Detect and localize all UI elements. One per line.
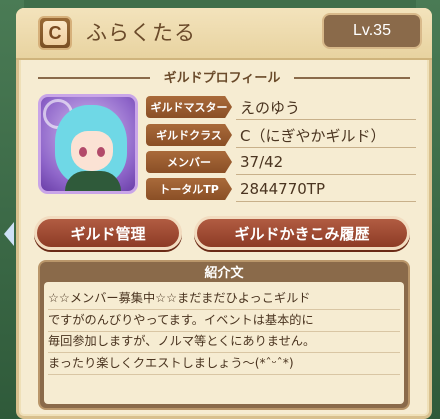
total-tp-label: トータルTP bbox=[146, 178, 232, 200]
rank-badge-icon: C bbox=[38, 16, 72, 50]
members-label: メンバー bbox=[146, 151, 232, 173]
guild-class-label: ギルドクラス bbox=[146, 124, 232, 146]
divider-right bbox=[294, 77, 410, 79]
guild-master-avatar[interactable] bbox=[38, 94, 138, 194]
members-value: 37/42 bbox=[240, 153, 284, 171]
guild-level: Lv.35 bbox=[322, 13, 422, 49]
guild-class-value: C（にぎやかギルド） bbox=[240, 126, 386, 145]
info-row-total-tp: トータルTP 2844770TP bbox=[146, 178, 325, 200]
guild-history-button[interactable]: ギルドかきこみ履歴 bbox=[194, 216, 410, 250]
guild-master-value: えのゆう bbox=[240, 98, 301, 117]
guild-master-label: ギルドマスター bbox=[146, 96, 232, 118]
intro-text: ☆☆メンバー募集中☆☆まだまだひよっこギルド ですがのんびりやってます。イベント… bbox=[48, 291, 316, 370]
profile-section-title: ギルドプロフィール bbox=[163, 71, 281, 86]
divider-left bbox=[38, 77, 150, 79]
chevron-left-icon[interactable] bbox=[4, 222, 14, 246]
info-row-guild-master: ギルドマスター えのゆう bbox=[146, 96, 300, 118]
rank-letter: C bbox=[43, 21, 67, 45]
guild-name: ふらくたる bbox=[86, 21, 196, 45]
intro-title: 紹介文 bbox=[204, 266, 244, 281]
info-row-members: メンバー 37/42 bbox=[146, 151, 283, 173]
info-row-guild-class: ギルドクラス C（にぎやかギルド） bbox=[146, 124, 385, 146]
total-tp-value: 2844770TP bbox=[240, 180, 326, 198]
guild-manage-button[interactable]: ギルド管理 bbox=[34, 216, 182, 250]
